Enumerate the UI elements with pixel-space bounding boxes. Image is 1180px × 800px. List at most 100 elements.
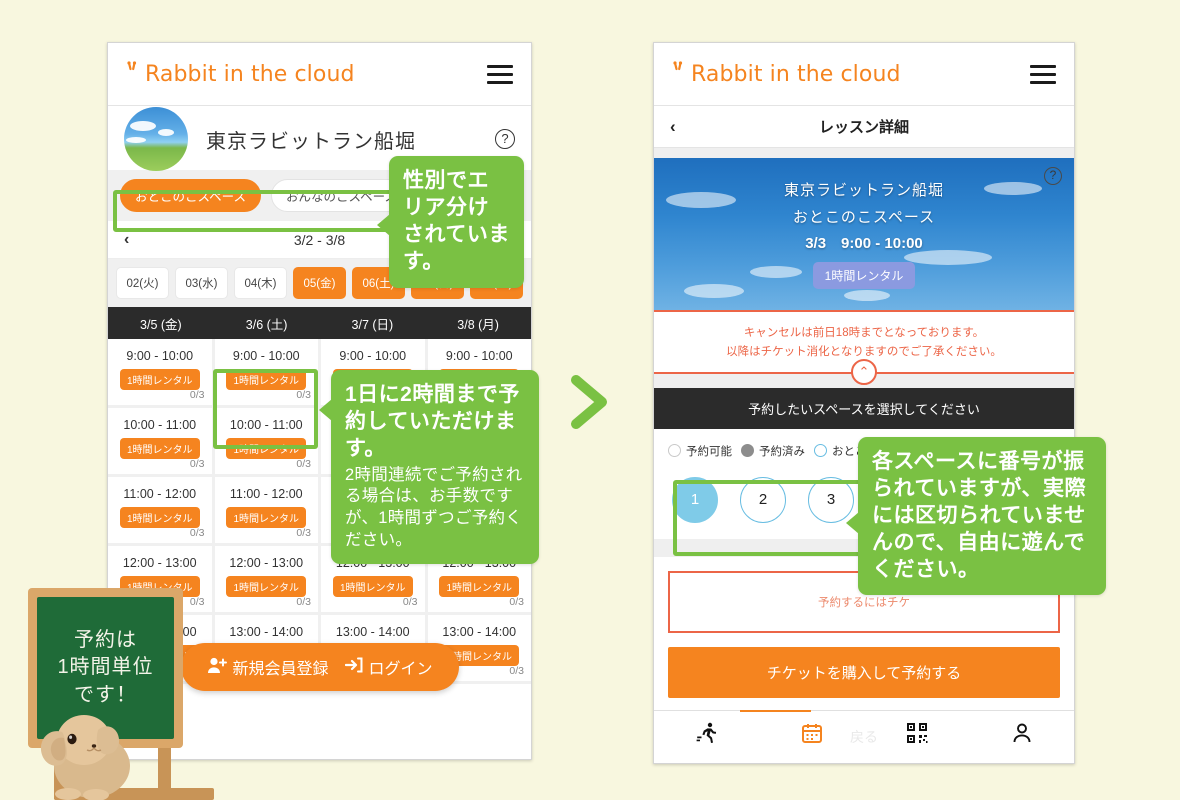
- slot-time: 13:00 - 14:00: [229, 625, 304, 639]
- slot-plan-tag: 1時間レンタル: [226, 369, 307, 390]
- brand-logo[interactable]: Rabbit in the cloud: [672, 61, 901, 87]
- hero-venue-name: 東京ラビットラン船堀: [783, 182, 944, 199]
- slot-plan-tag: 1時間レンタル: [226, 507, 307, 528]
- schedule-slot[interactable]: 10:00 - 11:00 1時間レンタル0/3: [214, 408, 318, 474]
- grid-column-header: 3/8 (月): [457, 317, 499, 332]
- slot-time: 13:00 - 14:00: [335, 625, 410, 639]
- signup-button[interactable]: 新規会員登録: [206, 655, 329, 679]
- schedule-slot[interactable]: 9:00 - 10:00 1時間レンタル0/3: [108, 339, 212, 405]
- slot-capacity: 0/3: [402, 596, 418, 608]
- chalk-line-1: 予約は: [74, 628, 137, 651]
- slot-capacity: 0/3: [189, 458, 205, 470]
- spacer: [654, 148, 1074, 158]
- slot-time: 12:00 - 13:00: [122, 556, 197, 570]
- slot-time: 11:00 - 12:00: [123, 487, 197, 501]
- right-phone-screenshot: Rabbit in the cloud ‹ レッスン詳細 ? 東京ラビットラン船…: [653, 42, 1075, 764]
- callout-space-numbers: 各スペースに番号が振られていますが、実際には区切られていませんので、自由に遊んで…: [846, 437, 1106, 596]
- login-button[interactable]: ログイン: [344, 655, 433, 679]
- hamburger-icon[interactable]: [1030, 64, 1056, 84]
- hamburger-icon[interactable]: [487, 64, 513, 84]
- schedule-slot[interactable]: 11:00 - 12:00 1時間レンタル0/3: [214, 477, 318, 543]
- bottom-tab-bar: 戻る: [654, 709, 1074, 760]
- help-icon[interactable]: ?: [495, 129, 515, 149]
- slot-time: 13:00 - 14:00: [442, 625, 517, 639]
- rabbit-illustration: [40, 715, 130, 800]
- slot-time: 11:00 - 12:00: [229, 487, 303, 501]
- schedule-grid-header: 3/5 (金) 3/6 (土) 3/7 (日) 3/8 (月): [108, 307, 531, 339]
- brand-logo[interactable]: Rabbit in the cloud: [126, 61, 355, 87]
- slot-capacity: 0/3: [296, 527, 311, 539]
- schedule-slot[interactable]: 9:00 - 10:00 1時間レンタル0/3: [214, 339, 318, 405]
- slot-capacity: 0/3: [189, 527, 205, 539]
- tabbar-ghost-label: 戻る: [850, 728, 878, 745]
- callout-text: 1日に2時間まで予約していただけます。: [345, 383, 520, 460]
- hero-datetime: 3/3 9:00 - 10:00: [805, 235, 923, 252]
- slot-plan-tag: 1時間レンタル: [439, 576, 520, 597]
- schedule-slot[interactable]: 10:00 - 11:00 1時間レンタル0/3: [108, 408, 212, 474]
- notice-line-1: キャンセルは前日18時までとなっております。: [743, 327, 985, 339]
- slot-time: 10:00 - 11:00: [123, 418, 197, 432]
- callout-text: 各スペースに番号が振られていますが、実際には区切られていませんので、自由に遊んで…: [872, 450, 1086, 581]
- schedule-slot[interactable]: 11:00 - 12:00 1時間レンタル0/3: [108, 477, 212, 543]
- signup-label: 新規会員登録: [232, 661, 329, 678]
- floating-auth-cta: 新規会員登録 ログイン: [180, 643, 459, 691]
- slot-plan-tag: 1時間レンタル: [226, 576, 307, 597]
- app-header: Rabbit in the cloud: [108, 43, 531, 106]
- rabbit-logo-icon: [672, 61, 690, 87]
- space-option-1[interactable]: 1: [672, 476, 718, 523]
- hero-help-icon[interactable]: ?: [1044, 167, 1062, 185]
- detail-subheader: ‹ レッスン詳細: [654, 106, 1074, 148]
- day-chip[interactable]: 03(水): [175, 267, 228, 299]
- slot-capacity: 0/3: [296, 596, 311, 608]
- slot-plan-tag: 1時間レンタル: [332, 576, 413, 597]
- rabbit-logo-icon: [126, 61, 144, 87]
- hero-space-name: おとこのこスペース: [792, 209, 936, 226]
- slot-time: 9:00 - 10:00: [232, 349, 300, 363]
- page-root: Rabbit in the cloud 東京ラビットラン船堀 ? おとこのこスペ…: [0, 0, 1180, 800]
- callout-subtext: 2時間連続でご予約される場合は、お手数ですが、1時間ずつご予約ください。: [345, 465, 523, 549]
- day-chip[interactable]: 02(火): [116, 267, 169, 299]
- space-select-section-title: 予約したいスペースを選択してください: [654, 387, 1074, 429]
- slot-time: 9:00 - 10:00: [339, 349, 407, 363]
- slot-time: 9:00 - 10:00: [445, 349, 513, 363]
- slot-plan-tag: 1時間レンタル: [119, 507, 200, 528]
- callout-tail: [319, 399, 332, 421]
- slot-time: 9:00 - 10:00: [126, 349, 194, 363]
- week-prev-button[interactable]: ‹: [124, 231, 129, 249]
- hero-plan-tag: 1時間レンタル: [812, 262, 916, 289]
- chalk-line-2: 1時間単位: [57, 656, 154, 679]
- legend-item-booked: 予約済み: [741, 443, 805, 459]
- venue-name: 東京ラビットラン船堀: [206, 130, 416, 153]
- lesson-hero: ? 東京ラビットラン船堀 おとこのこスペース 3/3 9:00 - 10:00 …: [654, 158, 1074, 310]
- buy-ticket-button[interactable]: チケットを購入して予約する: [668, 646, 1060, 698]
- radio-selected-icon: [814, 444, 827, 458]
- schedule-slot[interactable]: 12:00 - 13:00 1時間レンタル0/3: [214, 546, 318, 612]
- space-option-2[interactable]: 2: [740, 476, 786, 523]
- slot-capacity: 0/3: [509, 596, 524, 608]
- day-chip[interactable]: 04(木): [234, 267, 287, 299]
- radio-open-icon: [668, 444, 681, 458]
- week-range-label: 3/2 - 3/8: [293, 231, 346, 248]
- grid-column-header: 3/5 (金): [140, 317, 182, 332]
- callout-text: 性別でエリア分けされています。: [403, 169, 510, 273]
- slot-capacity: 0/3: [509, 665, 524, 677]
- space-tab-boys[interactable]: おとこのこスペース: [120, 179, 262, 212]
- slot-capacity: 0/3: [296, 389, 311, 401]
- login-arrow-icon: [344, 657, 363, 678]
- slot-capacity: 0/3: [296, 458, 311, 470]
- radio-booked-icon: [741, 444, 754, 458]
- chalkboard-decoration: 予約は 1時間単位 です！: [28, 588, 214, 800]
- callout-gender-areas: 性別でエリア分けされています。: [377, 156, 524, 288]
- venue-avatar: [124, 107, 188, 171]
- day-chip[interactable]: 05(金): [293, 267, 346, 299]
- legend-item-available: 予約可能: [668, 443, 732, 459]
- chevron-up-icon[interactable]: ⌃: [851, 358, 877, 385]
- callout-two-hour-limit: 1日に2時間まで予約していただけます。 2時間連続でご予約される場合は、お手数で…: [319, 370, 539, 564]
- active-tab-indicator: [740, 709, 812, 712]
- detail-page-title: レッスン詳細: [818, 119, 909, 136]
- callout-tail: [377, 214, 390, 236]
- app-header: Rabbit in the cloud: [654, 43, 1074, 106]
- legend-label: 予約済み: [759, 445, 805, 458]
- slot-time: 10:00 - 11:00: [229, 418, 303, 432]
- grid-column-header: 3/7 (日): [351, 317, 394, 332]
